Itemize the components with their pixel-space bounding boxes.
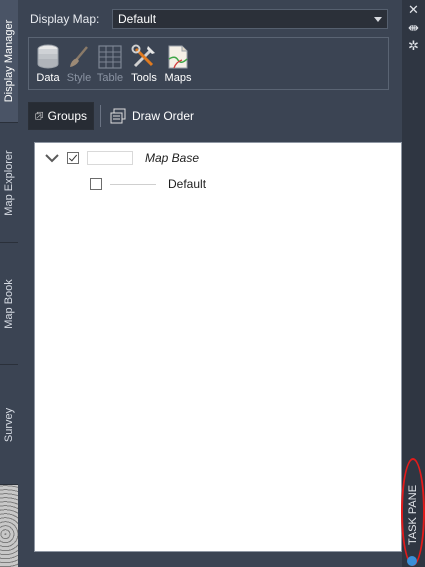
data-button-label: Data — [36, 72, 60, 84]
tab-survey-label: Survey — [3, 407, 15, 442]
left-tab-strip: Display Manager Map Explorer Map Book Su… — [0, 0, 18, 567]
tree-group-row[interactable]: Map Base — [45, 149, 199, 167]
tab-groups[interactable]: Groups — [28, 102, 94, 130]
layer-visibility-checkbox[interactable] — [90, 178, 102, 190]
display-map-bar: Display Map: Default — [30, 9, 388, 29]
tab-map-explorer-label: Map Explorer — [3, 149, 15, 216]
display-map-value: Default — [118, 12, 157, 26]
properties-icon[interactable]: ✲ — [406, 39, 421, 53]
tab-draw-order-label: Draw Order — [132, 109, 195, 123]
view-tabbar: Groups Draw Order — [28, 102, 389, 130]
display-map-select[interactable]: Default — [112, 9, 388, 29]
red-highlight-ellipse — [401, 458, 425, 566]
tools-button-label: Tools — [131, 72, 157, 84]
group-style-swatch — [87, 151, 133, 165]
table-icon — [98, 45, 122, 69]
style-button-label: Style — [66, 72, 92, 84]
tab-map-book[interactable]: Map Book — [0, 243, 18, 365]
layer-style-swatch — [110, 177, 156, 191]
layer-tree: Map Base Default — [34, 142, 402, 552]
chevron-down-icon — [374, 17, 382, 22]
tree-layer-row[interactable]: Default — [90, 175, 206, 193]
auto-hide-icon[interactable]: ⇼ — [406, 21, 421, 35]
layer-label: Default — [168, 177, 207, 191]
tab-draw-order[interactable]: Draw Order — [104, 102, 204, 130]
display-manager-toolbar: Data Style Table Tools Maps — [28, 37, 389, 90]
data-button[interactable]: Data — [31, 44, 65, 88]
tab-display-manager-label: Display Manager — [3, 19, 15, 103]
map-sheet-icon — [168, 45, 188, 69]
tools-button[interactable]: Tools — [127, 44, 161, 88]
groups-icon — [35, 111, 43, 120]
display-manager-panel: Display Map: Default Data Style Table To… — [18, 0, 402, 567]
draw-order-icon — [110, 108, 126, 124]
drawing-background-strip — [0, 485, 18, 567]
table-button[interactable]: Table — [93, 44, 127, 88]
maps-button-label: Maps — [164, 72, 192, 84]
paintbrush-icon — [70, 46, 88, 67]
tools-icon — [131, 44, 155, 68]
tab-divider — [100, 105, 101, 127]
tab-map-explorer[interactable]: Map Explorer — [0, 123, 18, 243]
display-map-label: Display Map: — [30, 12, 100, 26]
pin-icon[interactable] — [407, 556, 417, 566]
table-button-label: Table — [96, 72, 124, 84]
maps-button[interactable]: Maps — [161, 44, 195, 88]
tab-survey[interactable]: Survey — [0, 365, 18, 485]
chevron-down-icon[interactable] — [45, 151, 59, 165]
tab-groups-label: Groups — [47, 109, 87, 123]
group-visibility-checkbox[interactable] — [67, 152, 79, 164]
style-button[interactable]: Style — [62, 44, 96, 88]
tab-map-book-label: Map Book — [3, 278, 15, 329]
group-label: Map Base — [145, 151, 200, 165]
close-icon[interactable]: ✕ — [406, 3, 421, 17]
database-icon — [37, 44, 59, 69]
tab-display-manager[interactable]: Display Manager — [0, 0, 18, 123]
